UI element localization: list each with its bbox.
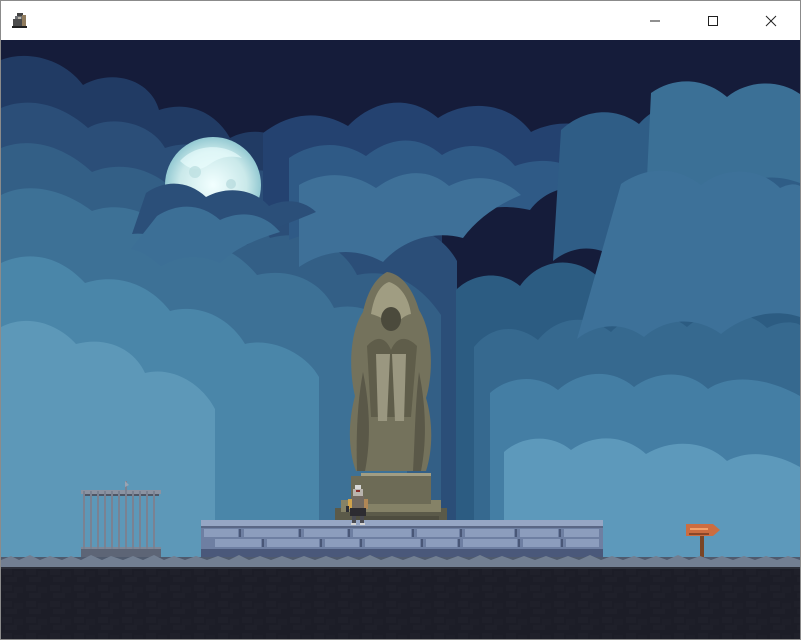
window-controls [626, 1, 800, 40]
game-viewport[interactable] [1, 40, 800, 639]
night-graveyard-scene[interactable] [1, 40, 800, 639]
maximize-button[interactable] [684, 1, 742, 40]
stone-platform [201, 520, 603, 558]
cloaked-knight-app-icon [12, 12, 27, 28]
title-bar[interactable] [1, 1, 800, 40]
app-icon-container[interactable] [1, 2, 39, 40]
minimize-icon [650, 20, 660, 21]
ground [1, 555, 800, 639]
close-button[interactable] [742, 1, 800, 40]
maximize-icon [708, 15, 718, 26]
minimize-button[interactable] [626, 1, 684, 40]
close-icon [765, 15, 777, 26]
game-window [0, 0, 801, 640]
